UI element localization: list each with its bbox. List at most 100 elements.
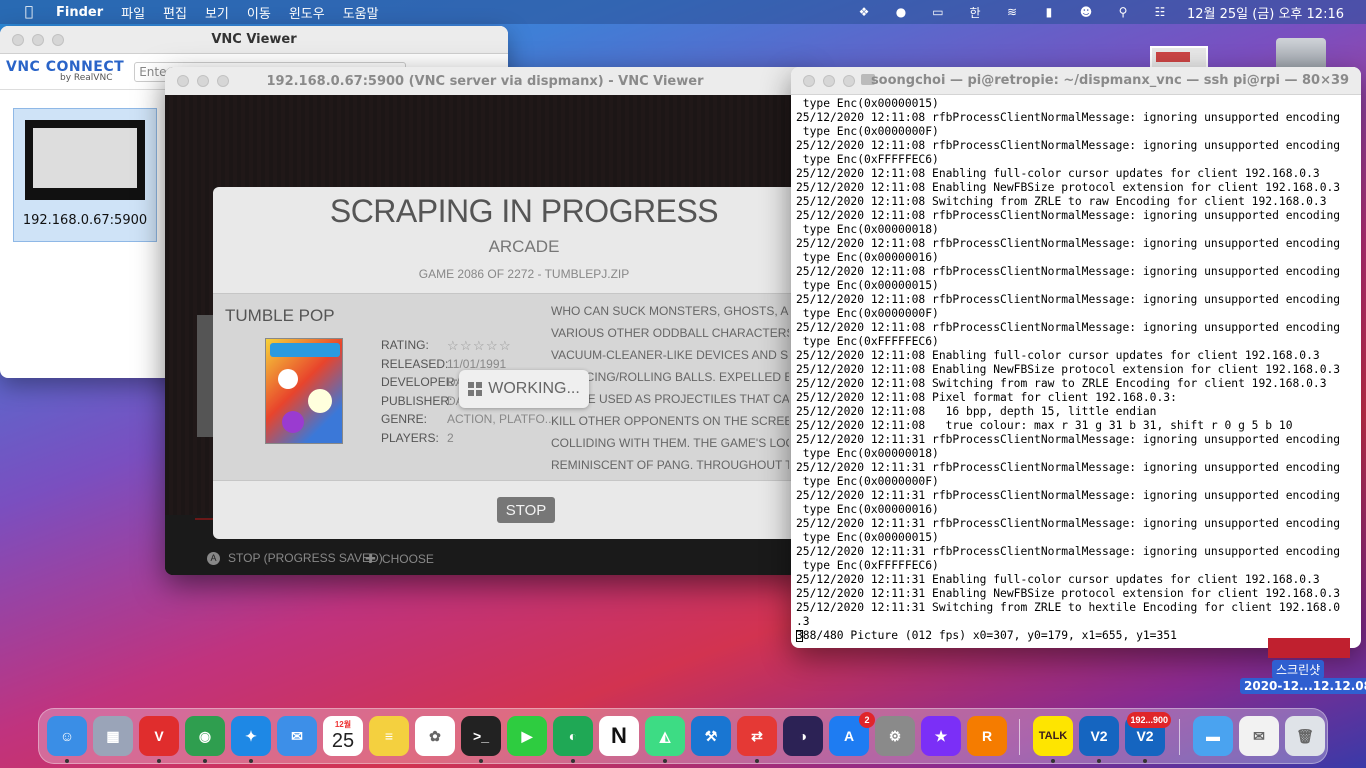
androidstudio-dock-icon[interactable]: ◭	[645, 716, 685, 756]
facetime-dock-icon[interactable]: ▶	[507, 716, 547, 756]
vnc-dock-icon[interactable]: V2	[1079, 716, 1119, 756]
menu-app-finder[interactable]: Finder	[56, 5, 103, 20]
notion-dock-icon[interactable]: N	[599, 716, 639, 756]
running-indicator	[663, 759, 667, 763]
launchpad-dock-icon[interactable]: ▦	[93, 716, 133, 756]
vnc2-dock-icon[interactable]: V2 192...900	[1125, 712, 1171, 756]
running-indicator	[1143, 759, 1147, 763]
terminal-dock-icon[interactable]: >_	[461, 716, 501, 756]
vivaldi-dock-icon[interactable]: V	[139, 716, 179, 756]
logo-text: VNC CONNECT	[6, 59, 125, 75]
mailfile-dock-icon[interactable]: ✉	[1239, 716, 1279, 756]
meta-row-players: PLAYERS: 2	[381, 431, 555, 450]
display-icon[interactable]: ▭	[928, 4, 948, 20]
terminal-line: type Enc(0x00000018)	[796, 223, 939, 236]
zoom-button[interactable]	[843, 74, 855, 87]
wifi-icon[interactable]: ≋	[1002, 4, 1022, 20]
logo-subtext: by RealVNC	[60, 73, 113, 83]
terminal-window: soongchoi — pi@retropie: ~/dispmanx_vnc …	[791, 67, 1361, 648]
description-line: VARIOUS OTHER ODDBALL CHARACTERS INTO	[551, 326, 789, 340]
meta-value: 2	[447, 430, 454, 445]
terminal-line: type Enc(0x0000000F)	[796, 125, 939, 138]
terminal-line: 25/12/2020 12:11:31 rfbProcessClientNorm…	[796, 489, 1341, 502]
remote-dock-icon[interactable]: ⇄	[737, 716, 777, 756]
a-button-icon: A	[207, 551, 220, 565]
terminal-line: 25/12/2020 12:11:08 Enabling full-color …	[796, 349, 1320, 362]
meta-row-rating: RATING: ☆☆☆☆☆	[381, 338, 555, 357]
terminal-line: 25/12/2020 12:11:08 rfbProcessClientNorm…	[796, 293, 1341, 306]
menu-help[interactable]: 도움말	[343, 3, 379, 22]
minimize-button[interactable]	[823, 74, 835, 87]
star-icon: ☆	[473, 338, 485, 353]
desktop-screenshot-file[interactable]: 스크린샷 2020-12...12.12.08	[1240, 638, 1366, 694]
window-title: 192.168.0.67:5900 (VNC server via dispma…	[266, 73, 704, 89]
choose-hint: ✚ CHOOSE	[365, 551, 434, 567]
chat-bubble-icon[interactable]: ●	[891, 4, 911, 20]
notes-dock-icon[interactable]: ≡	[369, 716, 409, 756]
menu-view[interactable]: 보기	[205, 3, 229, 22]
appstore-dock-icon[interactable]: A2	[829, 712, 875, 756]
menu-edit[interactable]: 편집	[163, 3, 187, 22]
battery-icon[interactable]: ▮	[1039, 4, 1059, 20]
safari-dock-icon[interactable]: ✦	[231, 716, 271, 756]
remote-screen[interactable]: SCRAPING IN PROGRESS ARCADE GAME 2086 OF…	[165, 95, 805, 575]
dialog-progress-text: GAME 2086 OF 2272 - TUMBLEPJ.ZIP	[418, 267, 630, 281]
meta-key: PLAYERS:	[381, 430, 439, 445]
istat-dock-icon[interactable]: ★	[921, 716, 961, 756]
terminal-line: 25/12/2020 12:11:08 rfbProcessClientNorm…	[796, 321, 1341, 334]
terminal-line: 25/12/2020 12:11:08 Pixel format for cli…	[796, 391, 1177, 404]
vnc-remote-window: 192.168.0.67:5900 (VNC server via dispma…	[165, 67, 805, 575]
folder-dock-icon[interactable]: ▬	[1193, 716, 1233, 756]
running-indicator	[65, 759, 69, 763]
calendar-month: 12월	[334, 720, 352, 729]
menu-window[interactable]: 윈도우	[289, 3, 325, 22]
chrome-dock-icon[interactable]: ◉	[185, 716, 225, 756]
star-icon: ☆	[460, 338, 472, 353]
user-icon[interactable]: ☻	[1076, 4, 1096, 20]
finder-dock-icon[interactable]: ☺	[47, 716, 87, 756]
terminal-titlebar[interactable]: soongchoi — pi@retropie: ~/dispmanx_vnc …	[791, 67, 1361, 95]
prefs-dock-icon[interactable]: ⚙	[875, 716, 915, 756]
menu-file[interactable]: 파일	[121, 3, 145, 22]
addressbook-titlebar[interactable]: VNC Viewer	[0, 26, 508, 54]
evernote-dock-icon[interactable]: ◐	[553, 716, 593, 756]
xcode-dock-icon[interactable]: ⚒	[691, 716, 731, 756]
menu-go[interactable]: 이동	[247, 3, 271, 22]
window-title: VNC Viewer	[211, 32, 297, 47]
star-icon: ☆	[486, 338, 498, 353]
apple-menu-icon[interactable]: 	[20, 3, 38, 21]
vnc-titlebar[interactable]: 192.168.0.67:5900 (VNC server via dispma…	[165, 67, 805, 95]
mail-dock-icon[interactable]: ✉	[277, 716, 317, 756]
terminal-line: type Enc(0xFFFFFEC6)	[796, 153, 939, 166]
running-indicator	[1051, 759, 1055, 763]
star-icon: ☆	[499, 338, 511, 353]
terminal-line: type Enc(0x00000018)	[796, 447, 939, 460]
connection-tile[interactable]: 192.168.0.67:5900	[13, 108, 157, 242]
calendar-dock-icon[interactable]: 12월 25	[323, 716, 363, 756]
terminal-line: 25/12/2020 12:11:08 Switching from raw t…	[796, 377, 1327, 390]
stop-button[interactable]: STOP	[497, 497, 555, 523]
meta-value: ACTION, PLATFO...	[447, 412, 555, 426]
terminal-line: type Enc(0x00000015)	[796, 531, 939, 544]
search-icon[interactable]: ⚲	[1113, 4, 1133, 20]
rstudio-dock-icon[interactable]: R	[967, 716, 1007, 756]
trash-dock-icon[interactable]: 🗑	[1285, 716, 1325, 756]
control-center-icon[interactable]: ☷	[1150, 4, 1170, 20]
close-button[interactable]	[803, 74, 815, 87]
working-indicator: WORKING...	[459, 370, 589, 408]
eclipse-dock-icon[interactable]: ◑	[783, 716, 823, 756]
menu-clock[interactable]: 12월 25일 (금) 오후 12:16	[1187, 3, 1344, 22]
game-name: TUMBLE POP	[225, 306, 335, 325]
window-title: soongchoi — pi@retropie: ~/dispmanx_vnc …	[870, 73, 1350, 88]
desktop-disk-icon[interactable]	[1276, 38, 1326, 70]
terminal-output[interactable]: type Enc(0x00000015) 25/12/2020 12:11:08 …	[796, 97, 1361, 643]
dock: ☺ ▦ V ◉ ✦ ✉ 12월 25 ≡ ✿ >_ ▶ ◐ N ◭ ⚒ ⇄ ◑ A 2 ⚙ ★ R TALK V2 V2 192..…	[38, 708, 1328, 764]
kakao-dock-icon[interactable]: TALK	[1033, 716, 1073, 756]
stop-hint-label: STOP (PROGRESS SAVED)	[228, 551, 383, 565]
photos-dock-icon[interactable]: ✿	[415, 716, 455, 756]
dropbox-icon[interactable]: ❖	[854, 4, 874, 20]
terminal-line: type Enc(0x0000000F)	[796, 475, 939, 488]
dock-separator	[1019, 719, 1020, 755]
input-method-icon[interactable]: 한	[965, 4, 985, 20]
description-line: COLLIDING WITH THEM. THE GAME'S LOOKS AR…	[551, 436, 789, 450]
